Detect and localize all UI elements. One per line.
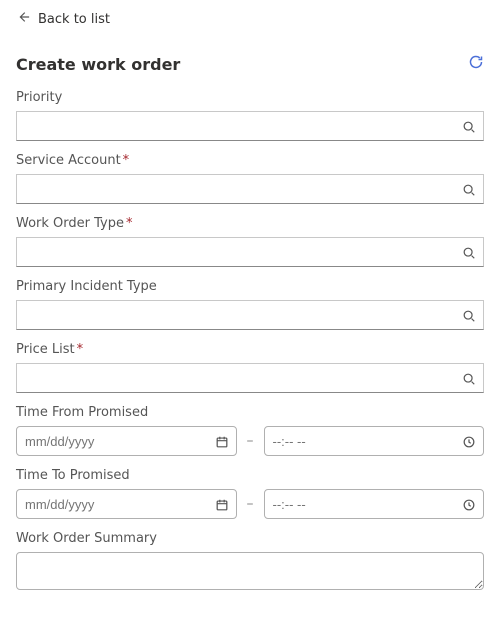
priority-label: Priority bbox=[16, 90, 484, 105]
service-account-label: Service Account* bbox=[16, 153, 484, 168]
refresh-button[interactable] bbox=[468, 54, 484, 74]
time-from-time-input[interactable] bbox=[264, 426, 485, 456]
time-to-promised-label: Time To Promised bbox=[16, 468, 484, 483]
time-to-time-input[interactable] bbox=[264, 489, 485, 519]
work-order-summary-textarea[interactable] bbox=[16, 552, 484, 590]
price-list-label: Price List* bbox=[16, 342, 484, 357]
service-account-input[interactable] bbox=[16, 174, 484, 204]
time-from-promised-label: Time From Promised bbox=[16, 405, 484, 420]
work-order-type-label: Work Order Type* bbox=[16, 216, 484, 231]
primary-incident-type-input[interactable] bbox=[16, 300, 484, 330]
range-separator: – bbox=[245, 496, 256, 512]
refresh-icon bbox=[468, 55, 484, 74]
work-order-summary-label: Work Order Summary bbox=[16, 531, 484, 546]
range-separator: – bbox=[245, 433, 256, 449]
primary-incident-type-label: Primary Incident Type bbox=[16, 279, 484, 294]
back-to-list-link[interactable]: Back to list bbox=[16, 10, 484, 28]
time-to-date-input[interactable] bbox=[16, 489, 237, 519]
page-title: Create work order bbox=[16, 55, 180, 74]
back-label: Back to list bbox=[38, 12, 110, 27]
time-from-date-input[interactable] bbox=[16, 426, 237, 456]
priority-input[interactable] bbox=[16, 111, 484, 141]
arrow-left-icon bbox=[16, 10, 30, 28]
price-list-input[interactable] bbox=[16, 363, 484, 393]
work-order-type-input[interactable] bbox=[16, 237, 484, 267]
